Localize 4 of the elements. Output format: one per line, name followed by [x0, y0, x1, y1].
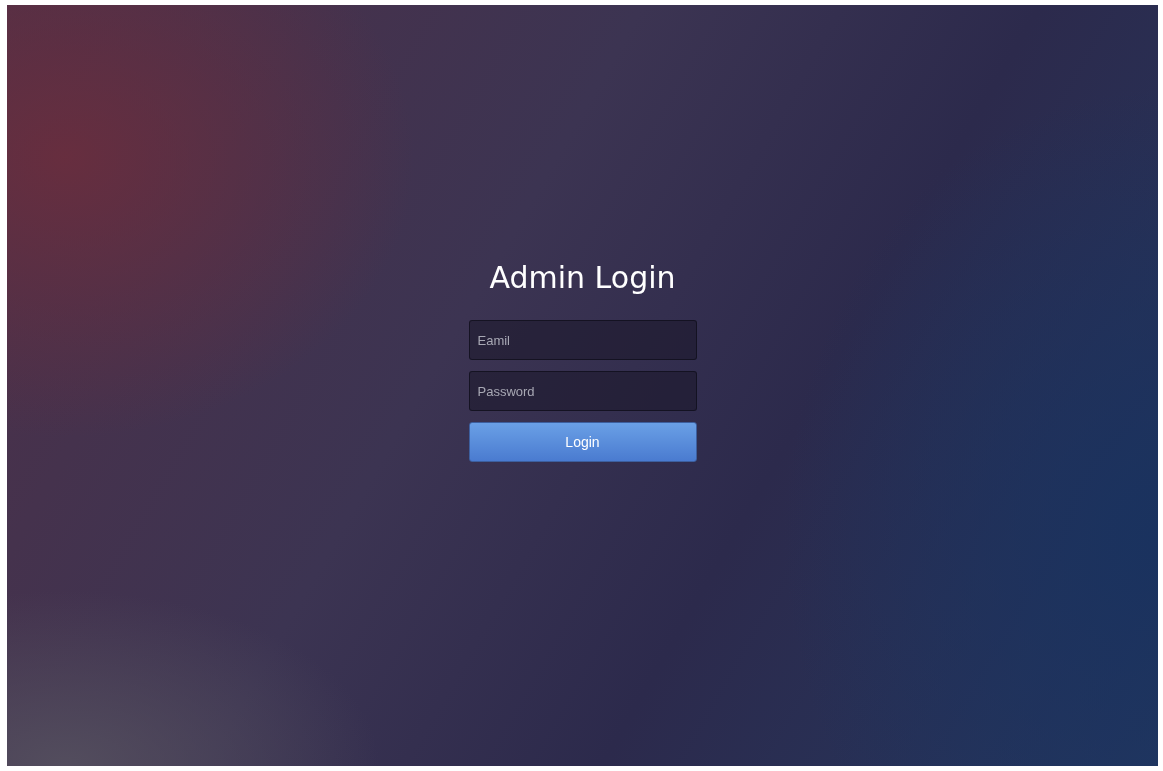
login-button[interactable]: Login — [468, 422, 697, 462]
input-field[interactable]: Eamil — [468, 320, 697, 360]
input-field[interactable]: Password — [468, 371, 697, 411]
login-title: Admin Login — [489, 260, 676, 295]
